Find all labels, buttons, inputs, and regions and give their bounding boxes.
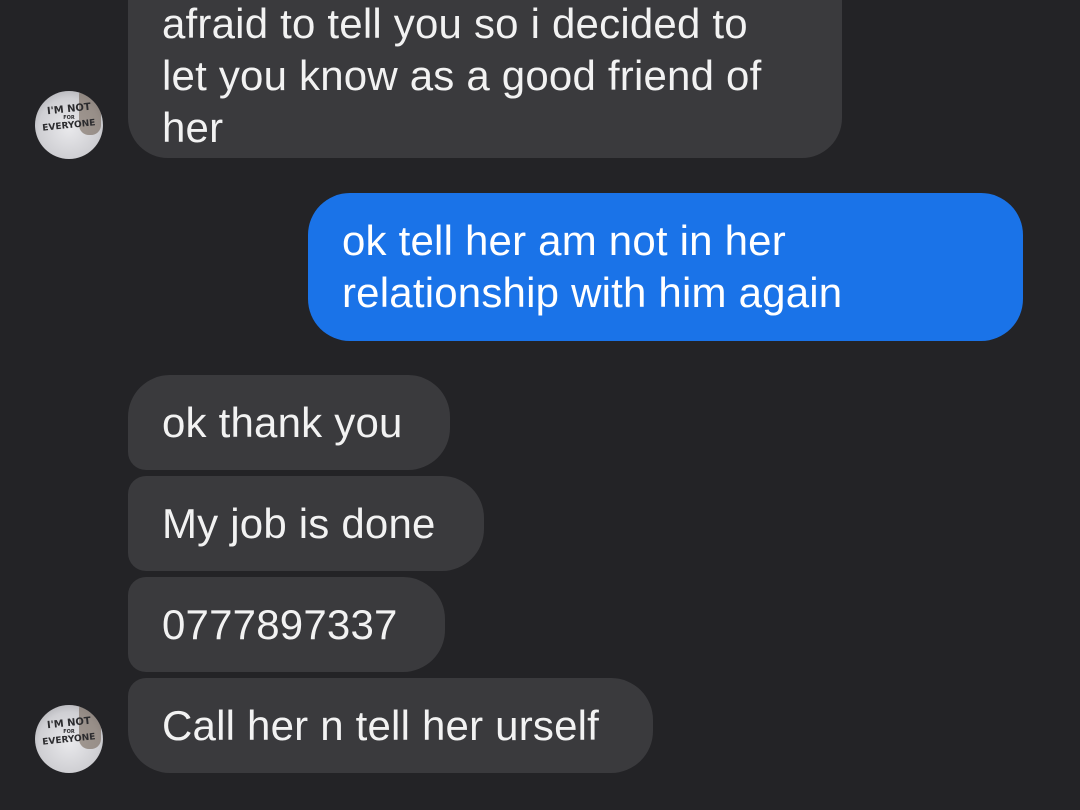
avatar-shirt-print: I'M NOT FOR EVERYONE bbox=[41, 715, 96, 748]
chat-thread: I'M NOT FOR EVERYONE afraid to tell you … bbox=[0, 0, 1080, 810]
contact-avatar[interactable]: I'M NOT FOR EVERYONE bbox=[35, 705, 103, 773]
message-bubble-incoming[interactable]: afraid to tell you so i decided to let y… bbox=[128, 0, 842, 158]
message-bubble-incoming[interactable]: ok thank you bbox=[128, 375, 450, 470]
message-bubble-incoming[interactable]: Call her n tell her urself bbox=[128, 678, 653, 773]
avatar-shirt-print: I'M NOT FOR EVERYONE bbox=[41, 101, 96, 134]
contact-avatar[interactable]: I'M NOT FOR EVERYONE bbox=[35, 91, 103, 159]
message-bubble-outgoing[interactable]: ok tell her am not in her relationship w… bbox=[308, 193, 1023, 341]
message-bubble-phone-number[interactable]: 0777897337 bbox=[128, 577, 445, 672]
message-bubble-incoming[interactable]: My job is done bbox=[128, 476, 484, 571]
